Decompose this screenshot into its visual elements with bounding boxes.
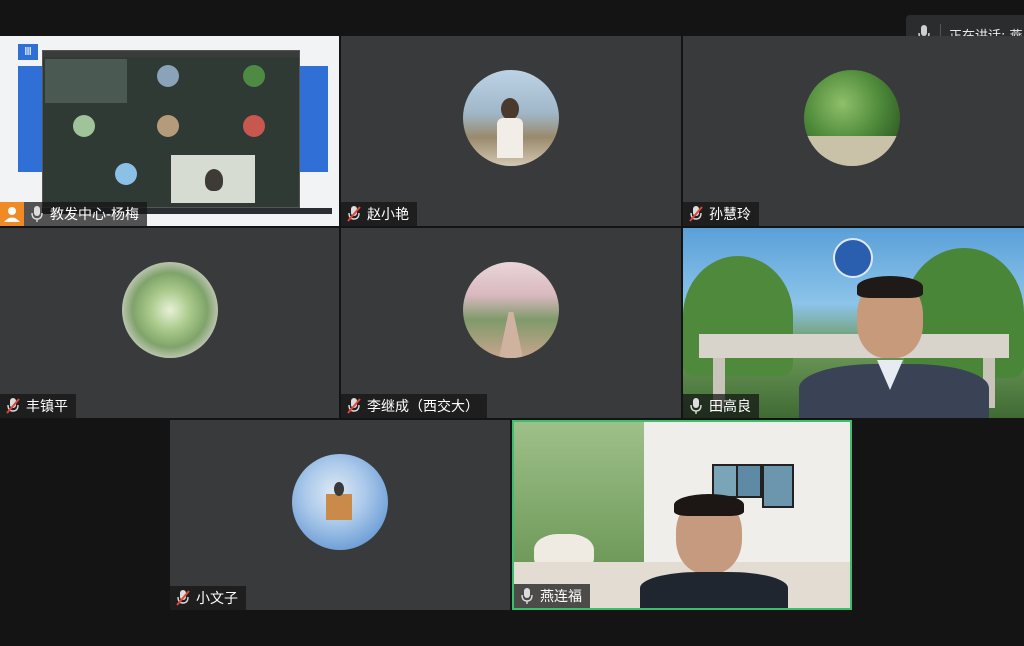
participant-tile[interactable]: 丰镇平 bbox=[0, 228, 339, 418]
participant-name-tag: 田高良 bbox=[683, 394, 759, 418]
nested-meeting-window bbox=[42, 50, 300, 208]
participant-name-tag: 教发中心-杨梅 bbox=[0, 202, 148, 226]
participant-tile-screen-share[interactable]: Ⅲ 教发中心-杨梅 bbox=[0, 36, 339, 226]
participant-name-tag: 孙慧玲 bbox=[683, 202, 759, 226]
mic-icon bbox=[689, 398, 703, 414]
participant-tile-video[interactable]: 田高良 bbox=[683, 228, 1024, 418]
participant-tile-active-speaker[interactable]: 燕连福 bbox=[512, 420, 852, 610]
video-feed bbox=[514, 422, 850, 608]
person bbox=[799, 276, 989, 418]
avatar bbox=[122, 262, 218, 358]
mic-muted-icon bbox=[347, 206, 361, 222]
mic-icon bbox=[30, 206, 44, 222]
mic-muted-icon bbox=[6, 398, 20, 414]
participant-name: 小文子 bbox=[196, 591, 238, 607]
shared-screen: Ⅲ bbox=[0, 36, 339, 226]
user-icon bbox=[0, 202, 24, 226]
avatar bbox=[463, 262, 559, 358]
participant-tile[interactable]: 孙慧玲 bbox=[683, 36, 1024, 226]
participant-name: 李继成（西交大） bbox=[367, 399, 479, 415]
mic-muted-icon bbox=[347, 398, 361, 414]
participant-tile[interactable]: 李继成（西交大） bbox=[341, 228, 681, 418]
participant-name-tag: 丰镇平 bbox=[0, 394, 76, 418]
video-feed bbox=[683, 228, 1024, 418]
slide-logo: Ⅲ bbox=[18, 44, 38, 60]
person bbox=[634, 494, 794, 608]
participant-name-tag: 赵小艳 bbox=[341, 202, 417, 226]
participant-name: 丰镇平 bbox=[26, 399, 68, 415]
participant-name-tag: 李继成（西交大） bbox=[341, 394, 487, 418]
mic-muted-icon bbox=[689, 206, 703, 222]
participant-name: 燕连福 bbox=[540, 589, 582, 605]
participant-name-tag: 燕连福 bbox=[514, 584, 590, 608]
participant-name: 赵小艳 bbox=[367, 207, 409, 223]
mic-icon bbox=[520, 588, 534, 604]
avatar bbox=[292, 454, 388, 550]
participant-tile[interactable]: 小文子 bbox=[170, 420, 510, 610]
mic-muted-icon bbox=[176, 590, 190, 606]
participant-tile[interactable]: 赵小艳 bbox=[341, 36, 681, 226]
participant-name: 孙慧玲 bbox=[709, 207, 751, 223]
avatar bbox=[463, 70, 559, 166]
participant-name-tag: 小文子 bbox=[170, 586, 246, 610]
participant-name: 田高良 bbox=[709, 399, 751, 415]
participant-name: 教发中心-杨梅 bbox=[50, 207, 140, 223]
university-logo bbox=[833, 238, 873, 278]
avatar bbox=[804, 70, 900, 166]
